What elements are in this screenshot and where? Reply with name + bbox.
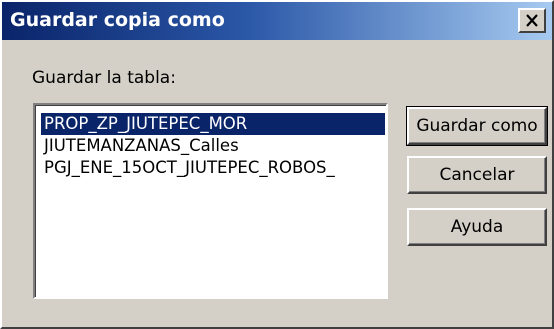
list-item-jiutemanzanas-calles[interactable]: JIUTEMANZANAS_Calles [41,135,385,157]
title-bar[interactable]: Guardar copia como [2,2,552,40]
list-item-pgj-ene-15oct-jiutepec-robos[interactable]: PGJ_ENE_15OCT_JIUTEPEC_ROBOS_ [41,157,385,179]
table-listbox[interactable]: PROP_ZP_JIUTEPEC_MOR JIUTEMANZANAS_Calle… [33,103,388,299]
save-table-label: Guardar la tabla: [32,68,176,88]
list-item-prop-zp-jiutepec-mor[interactable]: PROP_ZP_JIUTEPEC_MOR [41,113,385,135]
close-button[interactable] [518,8,546,33]
save-copy-dialog: Guardar copia como Guardar la tabla: PRO… [0,0,554,329]
close-icon [525,14,539,27]
save-as-button[interactable]: Guardar como [406,106,548,146]
help-button[interactable]: Ayuda [407,208,547,246]
cancel-button[interactable]: Cancelar [407,156,547,194]
dialog-title: Guardar copia como [10,9,225,31]
